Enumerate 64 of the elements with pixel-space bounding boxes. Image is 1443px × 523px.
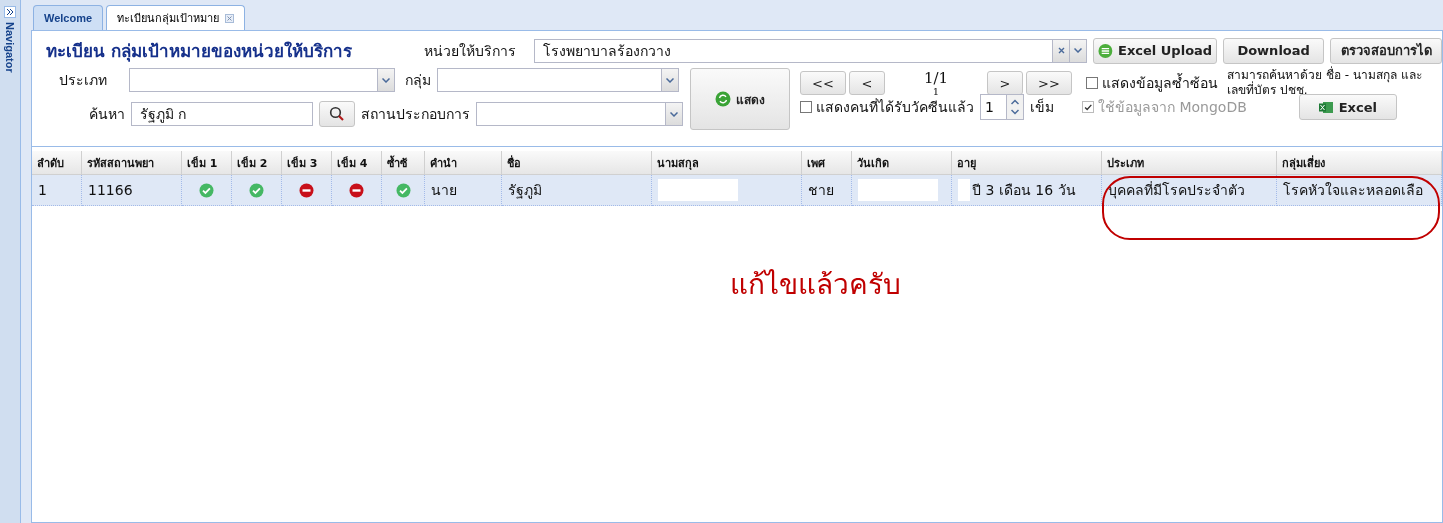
tab[interactable]: Welcome xyxy=(33,5,104,30)
column-header[interactable]: นามสกุล xyxy=(652,151,802,175)
show-button[interactable]: แสดง xyxy=(690,68,790,130)
unit-combo[interactable]: โรงพยาบาลร้องกวาง xyxy=(533,38,1088,63)
checkbox-option[interactable]: แสดงคนที่ได้รับวัคซีนแล้ว xyxy=(800,96,974,118)
spreadsheet-icon xyxy=(1318,100,1334,114)
tab[interactable]: ทะเบียนกลุ่มเป้าหมาย xyxy=(106,5,246,30)
caret-icon[interactable] xyxy=(1074,48,1083,53)
total-count: 1 xyxy=(932,85,940,97)
age-text: ปี 3 เดือน 16 วัน xyxy=(972,181,1076,200)
table-cell: รัฐภูมิ xyxy=(502,175,652,206)
navigator-label: Navigator xyxy=(4,22,16,73)
redacted-block xyxy=(958,179,970,201)
next-page-button[interactable]: > xyxy=(987,71,1023,95)
column-header[interactable]: อายุ xyxy=(952,151,1102,175)
table-cell: 11166 xyxy=(82,175,182,206)
list-icon xyxy=(1098,42,1114,59)
column-header[interactable]: วันเกิด xyxy=(852,151,952,175)
dose-unit-label: เข็ม xyxy=(1030,97,1054,117)
column-header[interactable]: รหัสสถานพยา xyxy=(82,151,182,175)
caret-icon[interactable] xyxy=(666,77,674,83)
column-header[interactable]: เข็ม 1 xyxy=(182,151,232,175)
spinner-arrows-icon[interactable] xyxy=(1006,95,1023,119)
column-header[interactable]: ซ้ำซ้ xyxy=(382,151,425,175)
workplace-label: สถานประกอบการ xyxy=(361,105,470,124)
search-field[interactable]: รัฐภูมิ ก xyxy=(131,102,313,126)
first-page-button[interactable]: << xyxy=(800,71,846,95)
previous-page-button[interactable]: < xyxy=(849,71,885,95)
page-indicator: 1/1 xyxy=(923,69,949,86)
caret-icon[interactable] xyxy=(382,77,390,83)
column-header[interactable]: ประเภท xyxy=(1102,151,1277,175)
annotation-text: แก้ไขแล้วครับ xyxy=(730,267,901,303)
last-page-button[interactable]: >> xyxy=(1026,71,1072,95)
refresh-icon xyxy=(715,91,731,107)
close-icon[interactable] xyxy=(225,13,235,23)
clear-icon[interactable] xyxy=(1057,47,1065,54)
column-header[interactable]: ชื่อ xyxy=(502,151,652,175)
toolbar-button[interactable]: Download xyxy=(1223,37,1325,64)
search-label: ค้นหา xyxy=(88,105,125,124)
search-icon xyxy=(329,106,345,122)
column-header[interactable]: ลำดับ xyxy=(32,151,82,175)
table-cell: นาย xyxy=(425,175,502,206)
search-button[interactable] xyxy=(319,101,355,127)
column-header[interactable]: เข็ม 4 xyxy=(332,151,382,175)
table-cell: โรคหัวใจและหลอดเลือ xyxy=(1277,175,1442,206)
page-title: ทะเบียน กลุ่มเป้าหมายของหน่วยให้บริการ xyxy=(46,40,353,64)
table-cell: บุคคลที่มีโรคประจำตัว xyxy=(1102,175,1277,206)
table-cell: ชาย xyxy=(802,175,852,206)
group-label: กลุ่ม xyxy=(404,71,431,91)
toolbar-button[interactable]: Excel Upload xyxy=(1093,37,1218,64)
caret-icon[interactable] xyxy=(670,111,678,117)
table-cell: 1 xyxy=(32,175,82,206)
excel-button[interactable]: Excel xyxy=(1298,94,1397,120)
column-header[interactable]: เพศ xyxy=(802,151,852,175)
column-header[interactable]: เข็ม 2 xyxy=(232,151,282,175)
type-label: ประเภท xyxy=(58,71,107,90)
column-header[interactable]: เข็ม 3 xyxy=(282,151,332,175)
expand-icon[interactable] xyxy=(4,6,16,18)
dose-spinner[interactable]: 1 xyxy=(980,94,1024,120)
toolbar-button[interactable]: ตรวจสอบการได xyxy=(1330,37,1442,64)
checkbox-option[interactable]: แสดงข้อมูลซ้ำซ้อน xyxy=(1086,72,1218,94)
column-header[interactable]: กลุ่มเสี่ยง xyxy=(1277,151,1442,175)
column-header[interactable]: คำนำ xyxy=(425,151,502,175)
unit-label: หน่วยให้บริการ xyxy=(423,41,516,61)
